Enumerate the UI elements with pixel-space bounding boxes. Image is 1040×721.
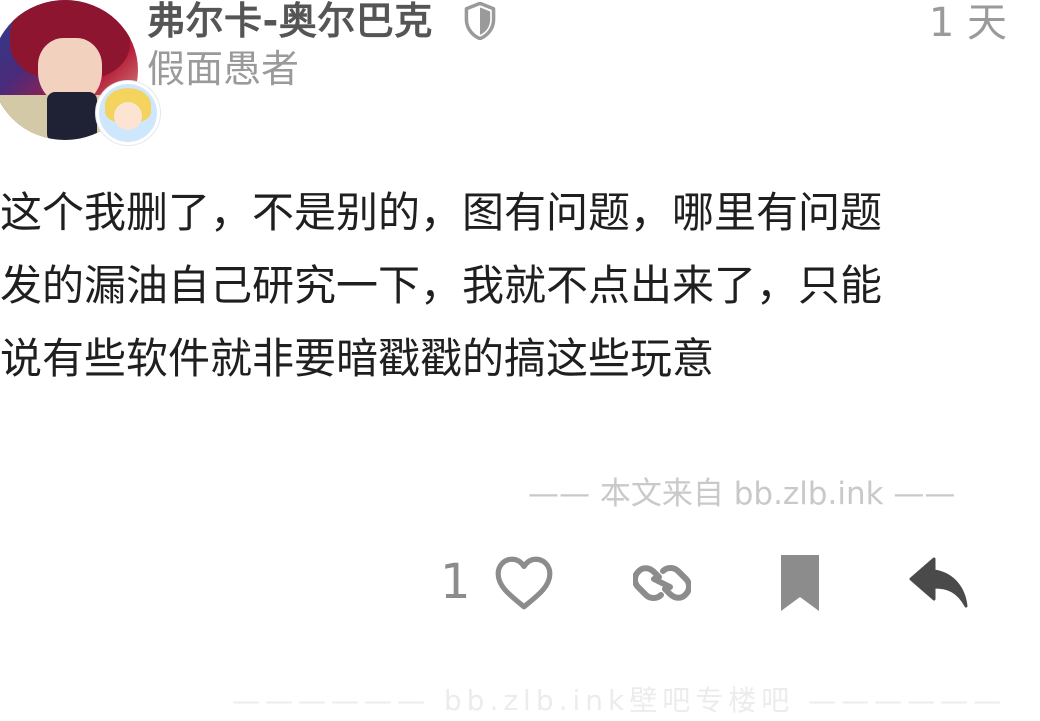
post-body-line: 这个我删了，不是别的，图有问题，哪里有问题 xyxy=(0,188,883,237)
post-body-line: 发的漏油自己研究一下，我就不点出来了，只能 xyxy=(0,261,883,310)
username[interactable]: 弗尔卡-奥尔巴克 xyxy=(147,0,433,44)
bookmark-icon[interactable] xyxy=(776,553,824,613)
reply-icon[interactable] xyxy=(908,556,970,610)
link-icon[interactable] xyxy=(633,558,691,608)
source-note: —— 本文来自 bb.zlb.ink —— xyxy=(528,476,956,512)
avatar-collar xyxy=(47,92,97,140)
like-count[interactable]: 1 xyxy=(440,553,471,611)
flair-face xyxy=(114,102,142,130)
heart-icon[interactable] xyxy=(493,555,555,611)
shield-icon xyxy=(464,2,496,40)
post-body-line: 说有些软件就非要暗戳戳的搞这些玩意 xyxy=(0,334,715,383)
post-body: 这个我删了，不是别的，图有问题，哪里有问题 发的漏油自己研究一下，我就不点出来了… xyxy=(0,176,1030,395)
post-time[interactable]: 1 天 xyxy=(929,0,1007,46)
footer-watermark: —————— bb.zlb.ink壁吧专楼吧 —————— xyxy=(232,684,1007,717)
user-title: 假面愚者 xyxy=(147,47,300,91)
